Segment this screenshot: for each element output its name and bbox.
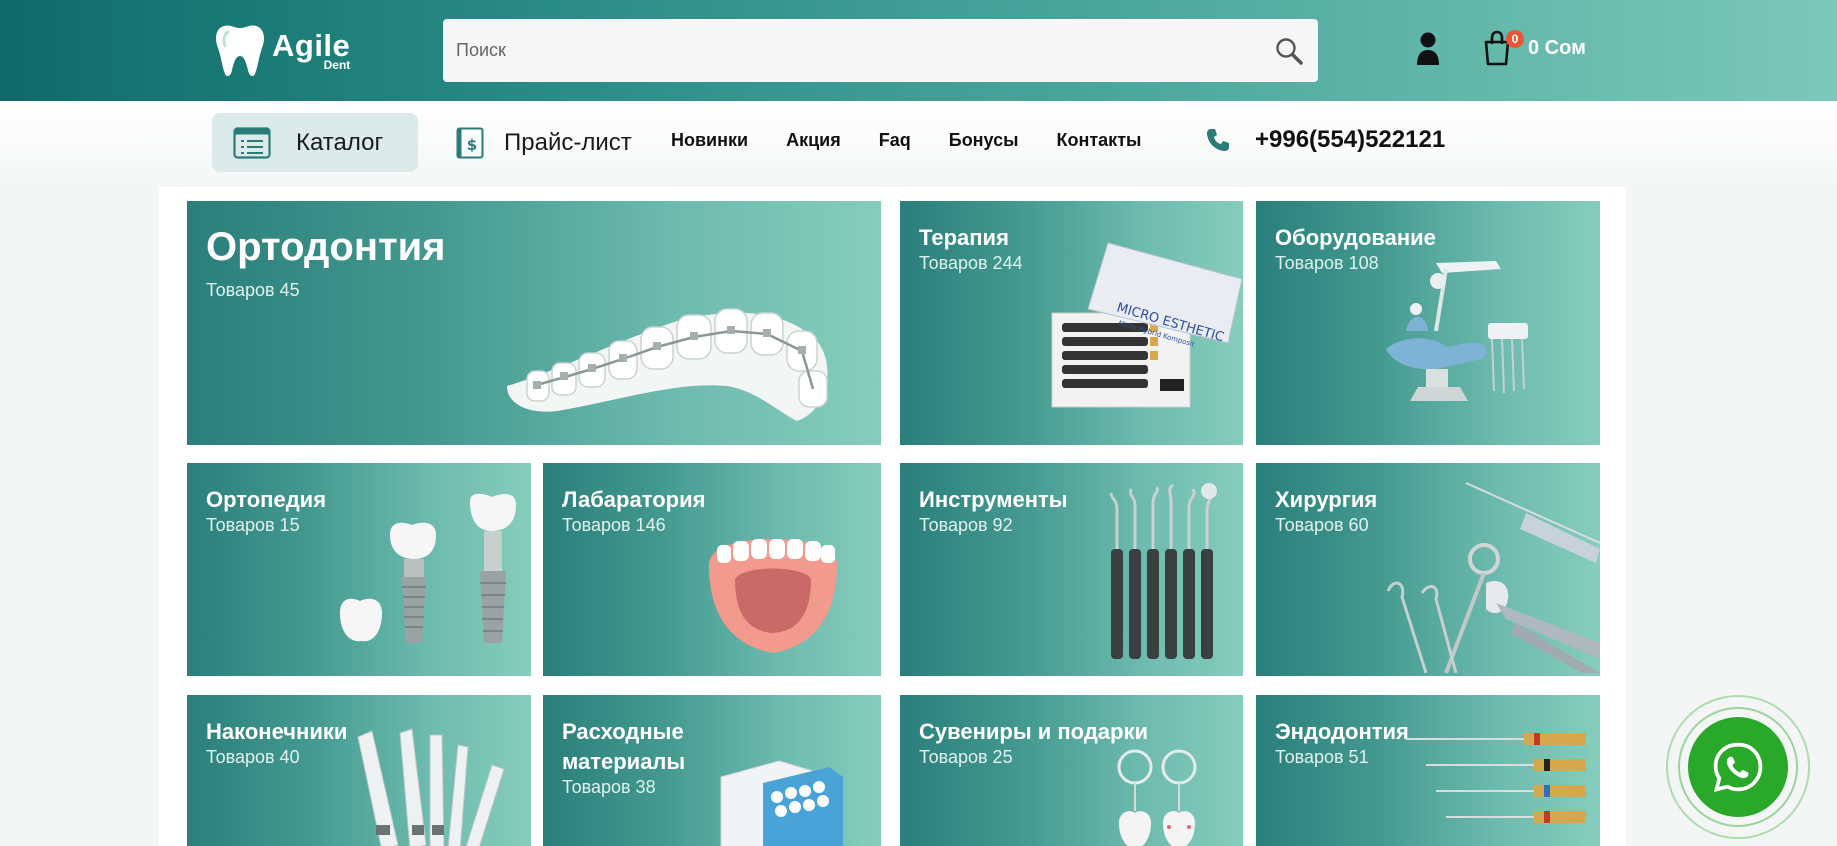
search-input[interactable]	[443, 19, 1243, 82]
surgery-tools-image	[1386, 482, 1600, 673]
category-card-consumables[interactable]: Расходные материалы Товаров 38	[543, 695, 881, 846]
price-list-link[interactable]: $ Прайс-лист	[456, 125, 632, 161]
cart-icon: 0	[1482, 30, 1524, 66]
category-title: Эндодонтия	[1275, 719, 1409, 744]
keychains-image	[1117, 749, 1197, 846]
category-title: Хирургия	[1275, 487, 1378, 512]
category-card-orthopedics[interactable]: Ортопедия Товаров 15	[187, 463, 531, 676]
price-list-label: Прайс-лист	[504, 129, 632, 156]
category-card-instruments[interactable]: Инструменты Товаров 92	[900, 463, 1243, 676]
category-card-surgery[interactable]: Хирургия Товаров 60	[1256, 463, 1600, 676]
composite-kit-image: MICRO ESTHETIC Micro Hybrid Komposit	[1051, 242, 1243, 408]
category-card-therapy[interactable]: Терапия Товаров 244 MICRO ESTHETIC Micro…	[900, 201, 1243, 445]
user-icon[interactable]	[1415, 31, 1441, 67]
category-count: Товаров 108	[1275, 253, 1379, 273]
nav-link-new[interactable]: Новинки	[671, 130, 748, 151]
svg-text:$: $	[467, 136, 477, 154]
category-title: Ортопедия	[206, 487, 327, 512]
category-title: Ортодонтия	[206, 225, 446, 269]
category-count: Товаров 51	[1275, 747, 1369, 767]
category-title: Наконечники	[206, 719, 348, 744]
dental-instruments-image	[1109, 483, 1217, 659]
handpieces-image	[357, 728, 505, 846]
nav-link-promo[interactable]: Акция	[786, 130, 841, 151]
nav-links: Новинки Акция Faq Бонусы Контакты	[671, 130, 1179, 151]
category-card-laboratory[interactable]: Лабаратория Товаров 146	[543, 463, 881, 676]
nav-link-faq[interactable]: Faq	[879, 130, 911, 151]
category-count: Товаров 38	[562, 777, 656, 797]
phone-contact[interactable]: +996(554)522121	[1205, 126, 1445, 154]
denture-image	[709, 539, 837, 653]
search-icon[interactable]	[1274, 36, 1304, 66]
whatsapp-ring	[1678, 707, 1798, 827]
category-title: Инструменты	[919, 487, 1068, 512]
category-count: Товаров 45	[206, 280, 300, 300]
site-logo[interactable]: Agile Dent	[214, 20, 354, 80]
tooth-logo-icon	[216, 25, 264, 77]
catalog-label: Каталог	[296, 128, 384, 156]
nav-link-contacts[interactable]: Контакты	[1057, 130, 1142, 151]
category-card-endodontics[interactable]: Эндодонтия Товаров 51	[1256, 695, 1600, 846]
phone-number: +996(554)522121	[1255, 126, 1446, 153]
category-count: Товаров 92	[919, 515, 1013, 535]
whatsapp-icon	[1713, 742, 1763, 792]
cotton-rolls-image	[720, 760, 843, 846]
category-card-souvenirs[interactable]: Сувениры и подарки Товаров 25	[900, 695, 1243, 846]
catalog-list-icon	[233, 126, 271, 159]
category-count: Товаров 146	[562, 515, 666, 535]
whatsapp-floating-button[interactable]	[1666, 695, 1810, 839]
logo-main-text: Agile	[272, 27, 351, 63]
cart-button[interactable]: 0 0 Сом	[1482, 28, 1586, 68]
category-card-handpieces[interactable]: Наконечники Товаров 40	[187, 695, 531, 846]
dental-chair-image	[1386, 261, 1528, 401]
category-card-orthodontics[interactable]: Ортодонтия Товаров 45	[187, 201, 881, 445]
category-count: Товаров 244	[919, 253, 1023, 273]
category-count: Товаров 60	[1275, 515, 1369, 535]
category-count: Товаров 15	[206, 515, 300, 535]
category-title: Расходные материалы	[562, 719, 686, 774]
search-box	[443, 19, 1318, 82]
whatsapp-button-core	[1688, 717, 1788, 817]
category-title: Лабаратория	[562, 487, 706, 512]
category-card-equipment[interactable]: Оборудование Товаров 108	[1256, 201, 1600, 445]
header-bar: Agile Dent 0 0 Сом	[0, 0, 1837, 101]
category-count: Товаров 25	[919, 747, 1013, 767]
phone-icon	[1207, 129, 1229, 151]
endo-files-image	[1406, 733, 1586, 823]
dental-implant-image	[340, 493, 516, 643]
catalog-button[interactable]: Каталог	[212, 113, 418, 172]
braces-image	[507, 308, 828, 421]
nav-link-bonuses[interactable]: Бонусы	[949, 130, 1019, 151]
category-count: Товаров 40	[206, 747, 300, 767]
category-title: Терапия	[919, 225, 1009, 250]
category-title: Оборудование	[1275, 225, 1436, 250]
cart-total: 0 Сом	[1528, 36, 1586, 59]
category-title: Сувениры и подарки	[919, 719, 1148, 744]
cart-count-badge: 0	[1506, 30, 1524, 48]
price-list-icon: $	[456, 127, 484, 159]
